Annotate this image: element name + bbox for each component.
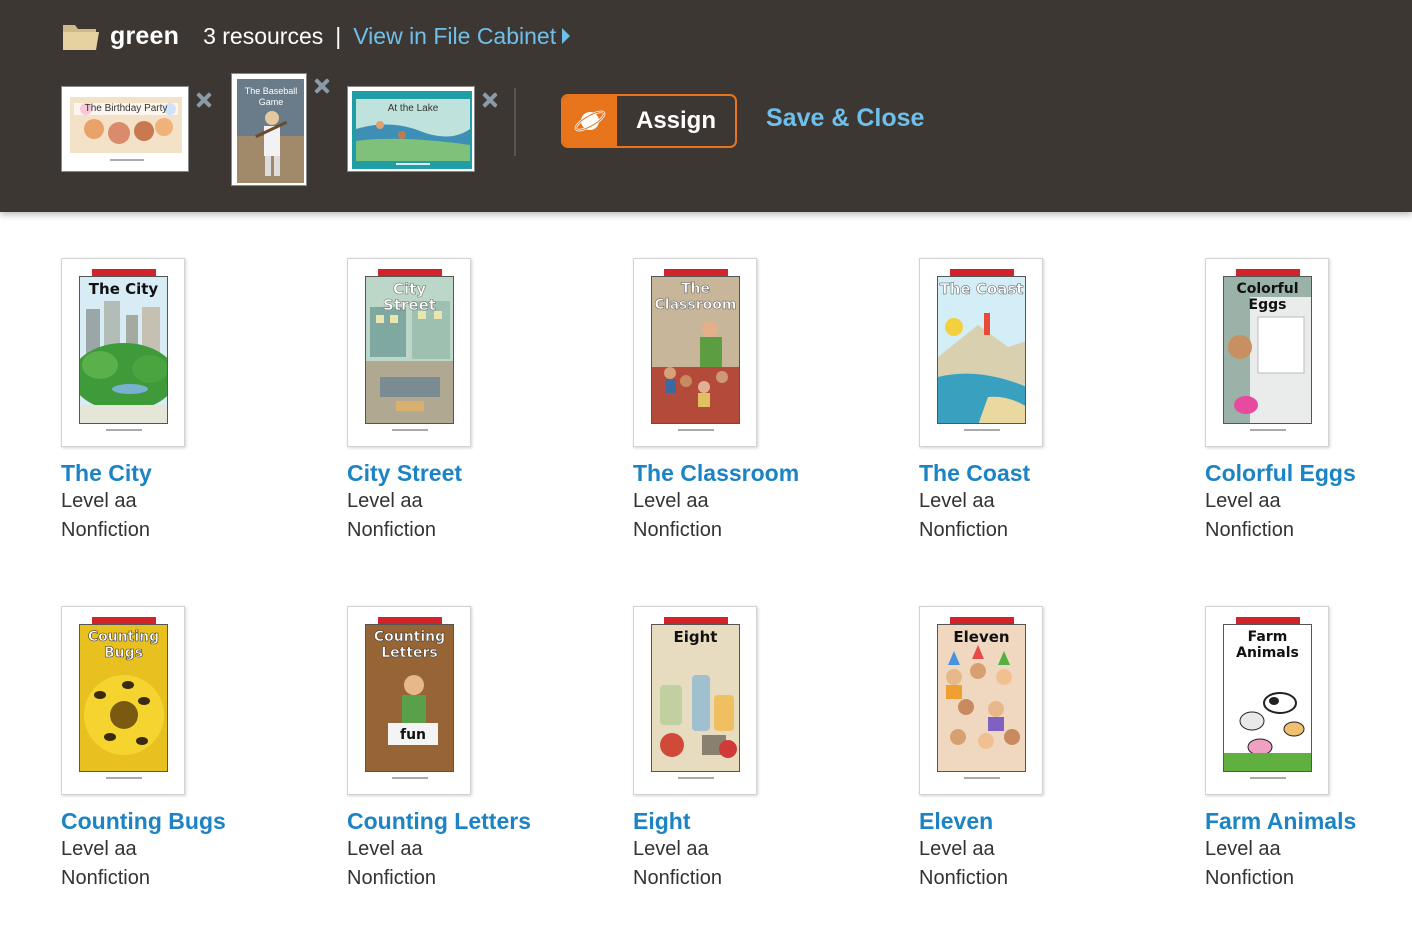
book-genre: Nonfiction <box>633 519 722 541</box>
thumb-title: The Birthday Party <box>84 103 168 114</box>
selected-resource-thumb[interactable]: The Birthday Party <box>62 87 188 171</box>
book-card: Colorful Eggs Colorful Eggs Level aa Non… <box>1205 258 1412 545</box>
book-level: Level aa <box>633 490 709 512</box>
book-title-link[interactable]: The City <box>61 459 291 487</box>
book-level: Level aa <box>1205 490 1281 512</box>
save-and-close-button[interactable]: Save & Close <box>766 104 924 133</box>
book-level: Level aa <box>633 838 709 860</box>
svg-text:fun: fun <box>400 727 426 743</box>
selected-resource-thumb[interactable]: The Baseball Game <box>232 74 306 185</box>
book-cover[interactable]: Farm Animals <box>1205 606 1329 795</box>
book-title-link[interactable]: City Street <box>347 459 577 487</box>
cover-title: Counting Bugs <box>87 629 160 662</box>
book-title-link[interactable]: The Coast <box>919 459 1149 487</box>
separator: | <box>335 22 342 49</box>
cover-title: Eight <box>673 628 718 646</box>
book-card: The City The City Level aa Nonfiction <box>61 258 291 545</box>
thumb-title: The Baseball Game <box>244 86 298 107</box>
book-genre: Nonfiction <box>633 867 722 889</box>
birthday-party-cover-image <box>70 97 182 161</box>
cover-title: The City <box>88 280 159 298</box>
book-card: The Classroom The Classroom Level aa Non… <box>633 258 863 545</box>
caret-right-icon <box>562 28 571 44</box>
cover-title: Farm Animals <box>1236 629 1299 661</box>
cover-title: Counting Letters <box>373 629 446 662</box>
book-card: Eight Eight Level aa Nonfiction <box>633 606 863 893</box>
book-genre: Nonfiction <box>61 519 150 541</box>
book-cover[interactable]: Colorful Eggs <box>1205 258 1329 447</box>
book-level: Level aa <box>347 838 423 860</box>
book-card: Counting Bugs Counting Bugs Level aa Non… <box>61 606 291 893</box>
book-genre: Nonfiction <box>347 867 436 889</box>
cover-title: City Street <box>383 280 436 314</box>
book-genre: Nonfiction <box>61 867 150 889</box>
book-title-link[interactable]: Eleven <box>919 807 1149 835</box>
book-title-link[interactable]: The Classroom <box>633 459 863 487</box>
resource-count: 3 resources <box>203 22 324 49</box>
book-level: Level aa <box>1205 838 1281 860</box>
book-cover[interactable]: Eleven <box>919 606 1043 795</box>
book-title-link[interactable]: Counting Letters <box>347 807 577 835</box>
book-level: Level aa <box>919 838 995 860</box>
book-level: Level aa <box>61 838 137 860</box>
folder-icon <box>63 25 99 50</box>
book-title-link[interactable]: Eight <box>633 807 863 835</box>
book-genre: Nonfiction <box>919 519 1008 541</box>
planet-icon <box>563 96 617 146</box>
remove-resource-icon[interactable] <box>481 91 499 109</box>
thumb-title: At the Lake <box>387 103 439 114</box>
resource-tray: green 3 resources | View in File Cabinet… <box>0 0 1412 212</box>
book-card: City Street City Street Level aa Nonfict… <box>347 258 577 545</box>
folder-name: green <box>110 21 180 50</box>
selected-resource-thumb[interactable]: At the Lake <box>348 87 474 171</box>
book-card: The Coast The Coast Level aa Nonfiction <box>919 258 1149 545</box>
book-title-link[interactable]: Counting Bugs <box>61 807 291 835</box>
book-level: Level aa <box>919 490 995 512</box>
book-cover[interactable]: The City <box>61 258 185 447</box>
book-level: Level aa <box>61 490 137 512</box>
book-genre: Nonfiction <box>919 867 1008 889</box>
book-card: Farm Animals Farm Animals Level aa Nonfi… <box>1205 606 1412 893</box>
at-the-lake-cover-image <box>352 91 472 169</box>
book-card: Eleven Eleven Level aa Nonfiction <box>919 606 1149 893</box>
book-genre: Nonfiction <box>1205 867 1294 889</box>
view-in-file-cabinet-link[interactable]: View in File Cabinet <box>353 23 571 50</box>
remove-resource-icon[interactable] <box>195 91 213 109</box>
book-title-link[interactable]: Colorful Eggs <box>1205 459 1412 487</box>
book-card: fun Counting Letters Counting Letters Le… <box>347 606 577 893</box>
book-genre: Nonfiction <box>1205 519 1294 541</box>
book-cover[interactable]: The Coast <box>919 258 1043 447</box>
folder-row: green 3 resources | View in File Cabinet <box>62 16 571 56</box>
book-cover[interactable]: City Street <box>347 258 471 447</box>
cover-title: Colorful Eggs <box>1236 281 1299 313</box>
book-genre: Nonfiction <box>347 519 436 541</box>
cover-title: The Coast <box>939 280 1024 298</box>
book-cover[interactable]: Eight <box>633 606 757 795</box>
book-cover[interactable]: Counting Bugs <box>61 606 185 795</box>
cover-title: Eleven <box>953 628 1010 646</box>
remove-resource-icon[interactable] <box>313 77 331 95</box>
book-cover[interactable]: The Classroom <box>633 258 757 447</box>
divider <box>514 88 516 156</box>
book-level: Level aa <box>347 490 423 512</box>
cover-title: The Classroom <box>654 281 737 314</box>
book-cover[interactable]: fun Counting Letters <box>347 606 471 795</box>
book-title-link[interactable]: Farm Animals <box>1205 807 1412 835</box>
assign-button[interactable]: Assign <box>561 94 737 148</box>
